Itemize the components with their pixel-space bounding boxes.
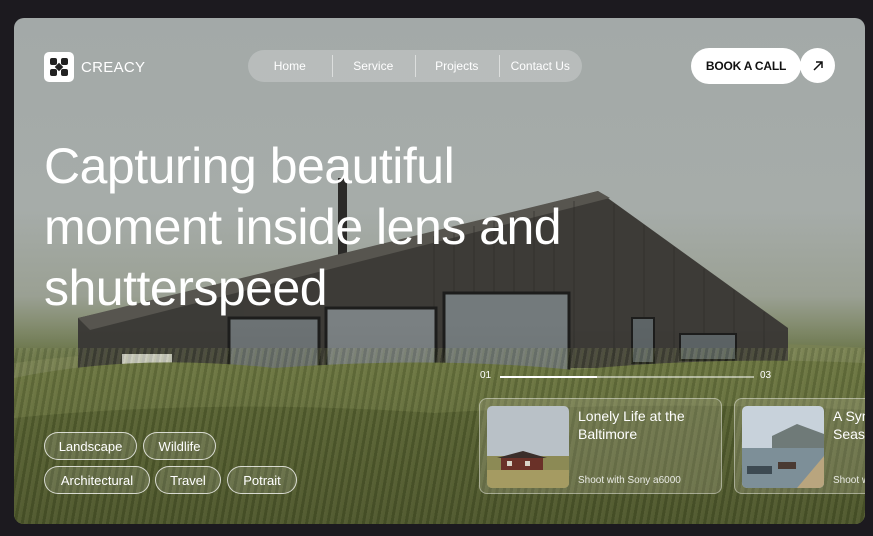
brand-logo[interactable]: CREACY — [44, 52, 145, 82]
tag-potrait[interactable]: Potrait — [227, 466, 297, 494]
nav-item-home[interactable]: Home — [248, 59, 332, 73]
hero-headline: Capturing beautiful moment inside lens a… — [44, 136, 604, 319]
photo-card[interactable]: A Sym Seas Shoot w — [734, 398, 865, 494]
card-thumbnail — [487, 406, 569, 488]
slider-end-index: 03 — [760, 370, 772, 381]
card-camera: Shoot w — [833, 475, 865, 486]
book-call-button[interactable]: BOOK A CALL — [691, 48, 801, 84]
slider-start-index: 01 — [480, 370, 492, 381]
main-nav: Home Service Projects Contact Us — [248, 50, 582, 82]
nav-item-contact[interactable]: Contact Us — [498, 55, 583, 77]
headline-line-1: Capturing beautiful — [44, 138, 455, 194]
card-camera: Shoot with Sony a6000 — [578, 475, 681, 486]
headline-line-2: moment inside lens and — [44, 199, 562, 255]
arrow-up-right-icon[interactable] — [800, 48, 835, 83]
photo-card[interactable]: Lonely Life at the Baltimore Shoot with … — [479, 398, 722, 494]
slider-track[interactable] — [500, 376, 754, 378]
card-title: Lonely Life at the Baltimore — [578, 408, 685, 442]
nav-item-service[interactable]: Service — [331, 55, 416, 77]
nav-item-projects[interactable]: Projects — [415, 55, 499, 77]
tag-architectural[interactable]: Architectural — [44, 466, 150, 494]
brand-name: CREACY — [81, 58, 146, 76]
tag-landscape[interactable]: Landscape — [44, 432, 137, 460]
card-thumbnail — [742, 406, 824, 488]
headline-line-3: shutterspeed — [44, 260, 328, 316]
card-title: A Sym Seas — [833, 408, 865, 442]
tag-wildlife[interactable]: Wildlife — [143, 432, 216, 460]
slider-progress: 01 03 — [480, 370, 780, 384]
hero-section: CREACY Home Service Projects Contact Us … — [14, 18, 865, 524]
logo-mark-icon — [44, 52, 74, 82]
slider-fill — [500, 376, 597, 378]
tag-travel[interactable]: Travel — [155, 466, 221, 494]
